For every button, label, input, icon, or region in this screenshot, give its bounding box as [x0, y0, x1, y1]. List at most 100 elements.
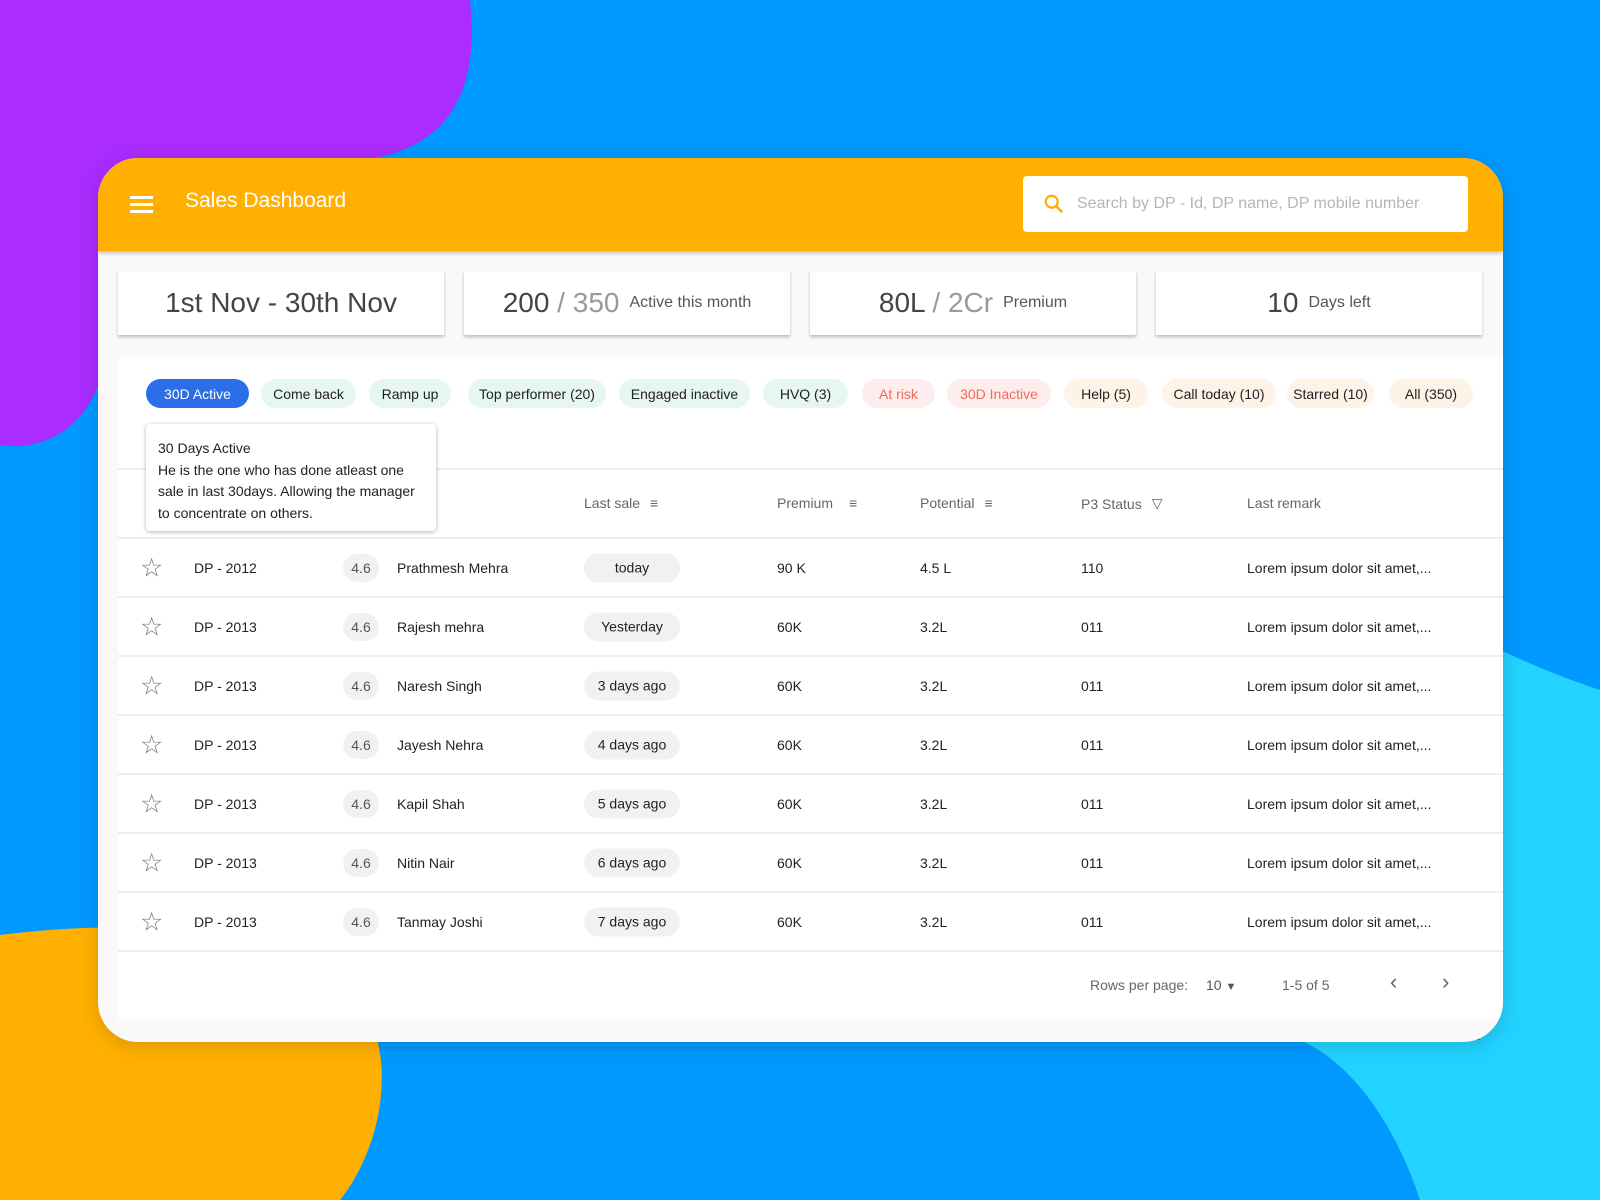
table-row[interactable]: ☆ DP - 2013 4.6 Naresh Singh 3 days ago … [118, 657, 1503, 716]
dp-id: DP - 2013 [194, 795, 257, 812]
filter-chip[interactable]: Top performer (20) [468, 379, 606, 408]
last-sale-chip: 6 days ago [584, 848, 680, 877]
dp-id: DP - 2013 [194, 677, 257, 694]
filter-chip[interactable]: 30D Active [146, 379, 249, 408]
rating-badge: 4.6 [343, 553, 379, 582]
p3-status: 011 [1081, 913, 1104, 930]
last-remark: Lorem ipsum dolor sit amet,... [1247, 795, 1432, 812]
filter-chip[interactable]: Ramp up [369, 379, 451, 408]
header-potential[interactable]: Potential ≡ [920, 495, 993, 511]
filter-chip[interactable]: Help (5) [1064, 379, 1148, 408]
sort-icon[interactable]: ≡ [849, 495, 857, 511]
rating-badge: 4.6 [343, 612, 379, 641]
active-label: Active this month [629, 294, 752, 311]
p3-status: 011 [1081, 854, 1104, 871]
premium-value: 60K [777, 618, 802, 635]
header-last-sale[interactable]: Last sale ≡ [584, 495, 658, 511]
potential-value: 3.2L [920, 677, 948, 694]
star-icon[interactable]: ☆ [140, 729, 163, 760]
date-range: 1st Nov - 30th Nov [165, 287, 397, 318]
last-sale-chip: 5 days ago [584, 789, 680, 818]
filter-chip[interactable]: Come back [261, 379, 356, 408]
dp-id: DP - 2013 [194, 618, 257, 635]
last-sale-chip: 7 days ago [584, 907, 680, 936]
table-row[interactable]: ☆ DP - 2013 4.6 Jayesh Nehra 4 days ago … [118, 716, 1503, 775]
prev-page-button[interactable]: ‹ [1390, 969, 1397, 995]
menu-icon[interactable] [130, 196, 153, 213]
star-icon[interactable]: ☆ [140, 788, 163, 819]
premium-value: 60K [777, 677, 802, 694]
premium-value: 60K [777, 913, 802, 930]
star-icon[interactable]: ☆ [140, 611, 163, 642]
sort-icon[interactable]: ≡ [984, 495, 992, 511]
rows-per-page-label: Rows per page: [1090, 977, 1189, 993]
header-premium[interactable]: Premium ≡ [777, 495, 857, 511]
header-label: Potential [920, 495, 975, 511]
filter-chip[interactable]: Call today (10) [1162, 379, 1276, 408]
stat-date-range: 1st Nov - 30th Nov [118, 271, 444, 335]
filter-chip[interactable]: Engaged inactive [619, 379, 750, 408]
dp-name: Nitin Nair [397, 854, 455, 871]
p3-status: 011 [1081, 618, 1104, 635]
premium-value: 60K [777, 854, 802, 871]
search-icon [1044, 194, 1064, 214]
star-icon[interactable]: ☆ [140, 670, 163, 701]
rating-badge: 4.6 [343, 730, 379, 759]
rating-badge: 4.6 [343, 907, 379, 936]
rows-per-page-select[interactable]: 10 ▼ [1206, 977, 1236, 993]
rows-per-page-value: 10 [1206, 977, 1222, 993]
last-remark: Lorem ipsum dolor sit amet,... [1247, 559, 1432, 576]
header-label: P3 Status [1081, 495, 1142, 512]
last-sale-chip: 3 days ago [584, 671, 680, 700]
star-icon[interactable]: ☆ [140, 906, 163, 937]
dp-name: Prathmesh Mehra [397, 559, 509, 576]
sort-icon[interactable]: ≡ [650, 495, 658, 511]
table-row[interactable]: ☆ DP - 2013 4.6 Rajesh mehra Yesterday 6… [118, 598, 1503, 657]
star-icon[interactable]: ☆ [140, 552, 163, 583]
tooltip-body: He is the one who has done atleast one s… [158, 461, 415, 521]
potential-value: 3.2L [920, 913, 948, 930]
page-range: 1-5 of 5 [1282, 977, 1330, 993]
dashboard-card: Sales Dashboard 1st Nov - 30th Nov 200 /… [98, 158, 1503, 1042]
header-label: Premium [777, 495, 834, 511]
filter-chip[interactable]: 30D Inactive [947, 379, 1051, 408]
premium-value: 60K [777, 795, 802, 812]
premium-value: 90 K [777, 559, 806, 576]
filter-chip[interactable]: At risk [862, 379, 935, 408]
days-left-value: 10 [1267, 287, 1299, 318]
active-total: 350 [572, 287, 620, 318]
next-page-button[interactable]: › [1442, 969, 1449, 995]
last-sale-chip: today [584, 553, 680, 582]
filter-icon[interactable]: ▽ [1152, 495, 1163, 512]
premium-label: Premium [1003, 294, 1068, 311]
filter-chip[interactable]: All (350) [1389, 379, 1473, 408]
stat-days-left: 10 Days left [1156, 271, 1482, 335]
p3-status: 110 [1081, 559, 1104, 576]
separator: / [924, 287, 948, 318]
table-row[interactable]: ☆ DP - 2012 4.6 Prathmesh Mehra today 90… [118, 539, 1503, 598]
potential-value: 3.2L [920, 618, 948, 635]
table-row[interactable]: ☆ DP - 2013 4.6 Tanmay Joshi 7 days ago … [118, 893, 1503, 952]
table-row[interactable]: ☆ DP - 2013 4.6 Kapil Shah 5 days ago 60… [118, 775, 1503, 834]
premium-total: 2Cr [947, 287, 994, 318]
filter-chip[interactable]: HVQ (3) [763, 379, 848, 408]
stat-premium: 80L / 2Cr Premium [810, 271, 1136, 335]
app-title: Sales Dashboard [185, 189, 347, 212]
search-input[interactable] [1077, 195, 1447, 213]
dropdown-icon: ▼ [1225, 981, 1237, 993]
last-remark: Lorem ipsum dolor sit amet,... [1247, 913, 1432, 930]
dp-name: Tanmay Joshi [397, 913, 483, 930]
last-remark: Lorem ipsum dolor sit amet,... [1247, 677, 1432, 694]
stat-active: 200 / 350 Active this month [464, 271, 790, 335]
table-row[interactable]: ☆ DP - 2013 4.6 Nitin Nair 6 days ago 60… [118, 834, 1503, 893]
p3-status: 011 [1081, 736, 1104, 753]
header-p3-status[interactable]: P3 Status ▽ [1081, 495, 1162, 512]
tooltip: 30 Days Active He is the one who has don… [146, 424, 436, 531]
p3-status: 011 [1081, 795, 1104, 812]
search-box[interactable] [1023, 176, 1468, 232]
star-icon[interactable]: ☆ [140, 847, 163, 878]
dp-name: Kapil Shah [397, 795, 465, 812]
last-sale-chip: Yesterday [584, 612, 680, 641]
premium-value: 60K [777, 736, 802, 753]
filter-chip[interactable]: Starred (10) [1287, 379, 1374, 408]
